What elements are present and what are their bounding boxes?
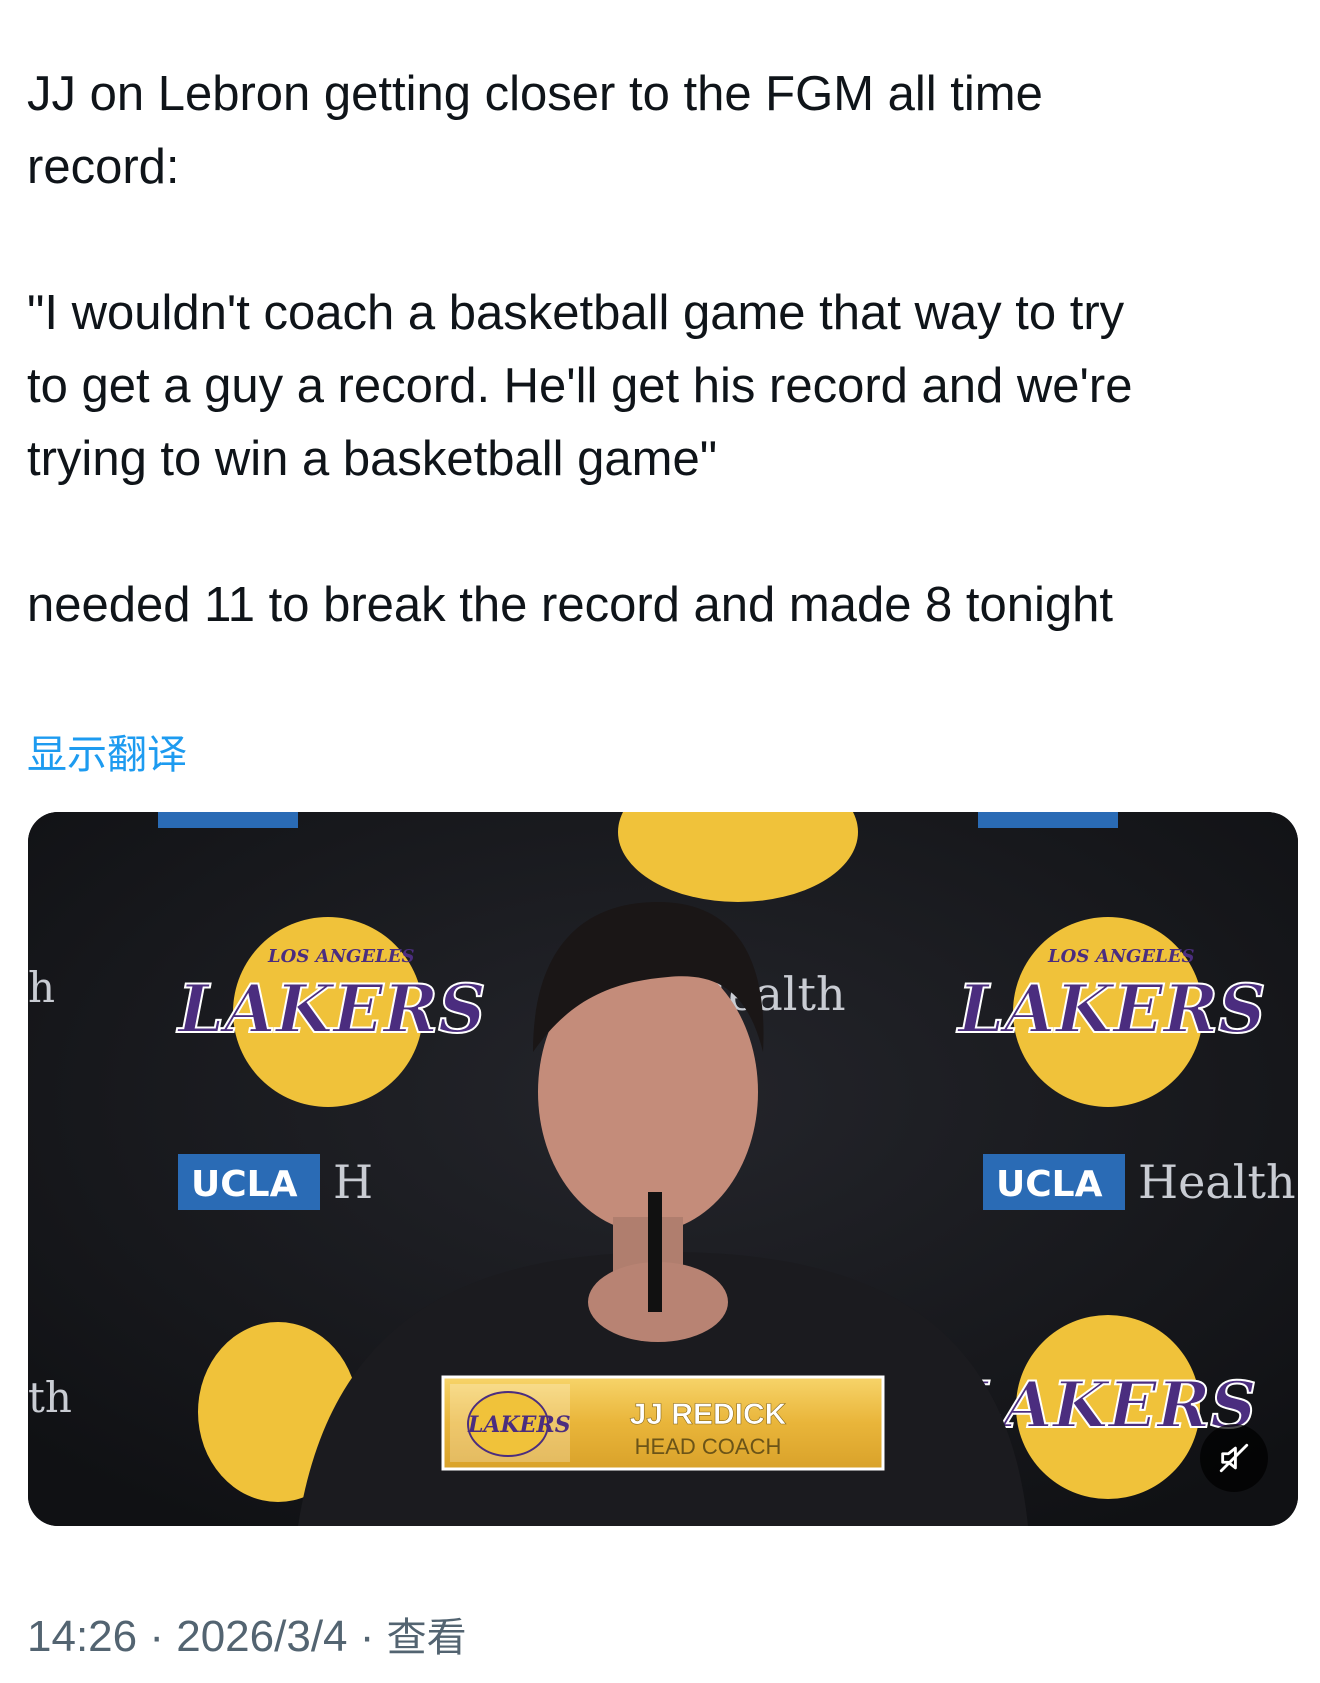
lower-third-graphic: LAKERS JJ REDICK HEAD COACH: [441, 1375, 885, 1471]
speaker-name: JJ REDICK: [630, 1398, 787, 1431]
show-translation-link[interactable]: 显示翻译: [27, 722, 187, 780]
lower-third-logo: LAKERS: [467, 1412, 571, 1438]
svg-text:h: h: [28, 963, 55, 1012]
view-stats-link[interactable]: 查看: [387, 1615, 467, 1661]
meta-separator: ·: [359, 1612, 375, 1661]
tweet-time: 14:26: [27, 1612, 138, 1661]
speaker-muted-icon: [1219, 1443, 1249, 1473]
svg-text:UCLA: UCLA: [191, 1164, 298, 1205]
svg-text:LAKERS: LAKERS: [176, 970, 486, 1048]
ucla-health-sponsor-left: UCLA H: [178, 1154, 373, 1210]
tweet-date: 2026/3/4: [176, 1612, 348, 1661]
meta-separator: ·: [149, 1612, 164, 1661]
mute-button[interactable]: [1200, 1424, 1268, 1492]
svg-text:LOS ANGELES: LOS ANGELES: [267, 946, 415, 967]
svg-text:UCLA: UCLA: [996, 1164, 1103, 1205]
speaker-title: HEAD COACH: [635, 1434, 782, 1459]
svg-text:H: H: [333, 1155, 373, 1209]
ucla-health-sponsor-right: UCLA Health: [983, 1154, 1296, 1210]
svg-text:th: th: [28, 1373, 72, 1422]
svg-text:Health: Health: [1138, 1155, 1296, 1209]
video-player[interactable]: LAKERS LOS ANGELES LAKERS LOS ANGELES He…: [28, 812, 1298, 1526]
svg-text:LOS ANGELES: LOS ANGELES: [1047, 946, 1195, 967]
tweet-meta: 14:26 · 2026/3/4 · 查看: [27, 1605, 467, 1663]
tweet-text: JJ on Lebron getting closer to the FGM a…: [27, 67, 1133, 632]
svg-text:LAKERS: LAKERS: [956, 970, 1266, 1048]
video-frame: LAKERS LOS ANGELES LAKERS LOS ANGELES He…: [28, 812, 1298, 1526]
